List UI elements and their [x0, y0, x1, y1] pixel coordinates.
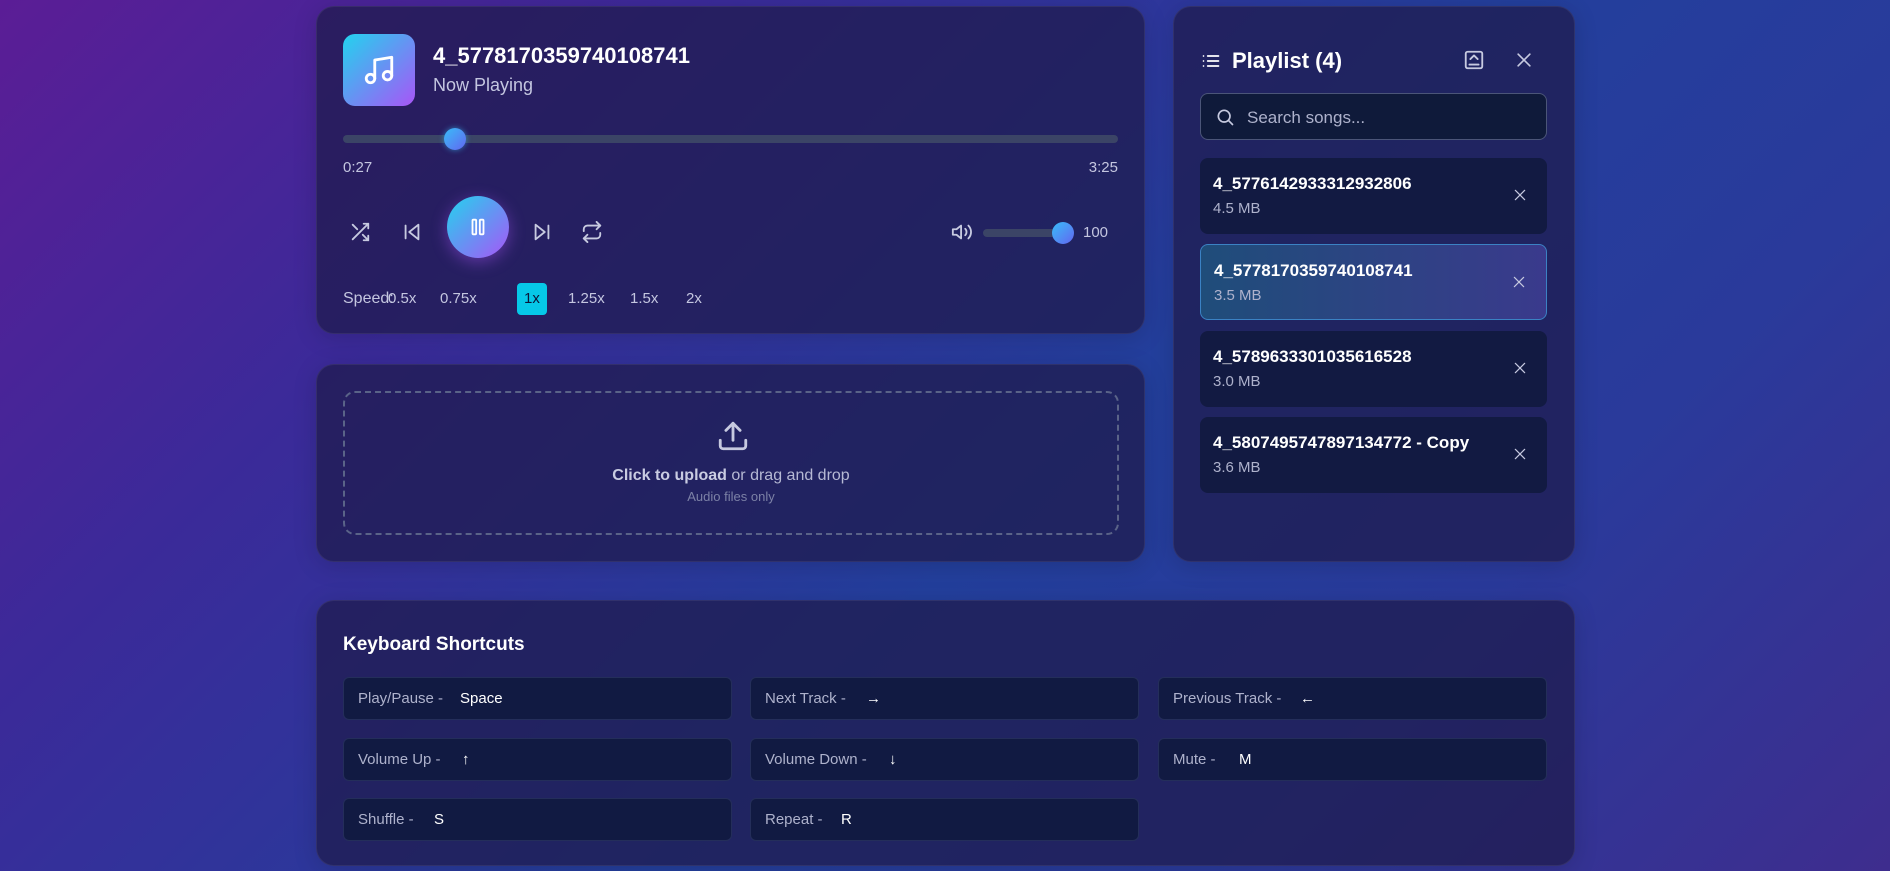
upload-icon	[718, 421, 748, 451]
playlist-title: Playlist (4)	[1232, 48, 1343, 73]
shortcut-key: →	[866, 690, 881, 707]
playlist-item[interactable]: 4_5789633301035616528 3.0 MB	[1200, 331, 1547, 407]
speed-option-active[interactable]: 1x	[517, 283, 547, 315]
song-name: 4_5789633301035616528	[1213, 347, 1412, 366]
previous-icon	[404, 223, 420, 241]
repeat-button[interactable]	[579, 219, 605, 245]
remove-song-button[interactable]	[1511, 186, 1529, 204]
shuffle-icon	[351, 222, 370, 242]
shortcut-key: S	[434, 811, 445, 828]
volume-value: 100	[1083, 224, 1109, 241]
next-button[interactable]	[529, 219, 555, 245]
speed-option[interactable]: 0.5x	[381, 283, 423, 315]
song-size: 3.6 MB	[1213, 459, 1261, 476]
shortcut-item: Previous Track - ←	[1158, 677, 1547, 720]
close-icon	[1514, 362, 1526, 374]
volume-thumb[interactable]	[1052, 222, 1074, 244]
list-icon	[1202, 55, 1220, 67]
search-icon	[1217, 109, 1234, 126]
current-time: 0:27	[343, 159, 373, 176]
track-title: 4_5778170359740108741	[433, 43, 690, 68]
speed-option[interactable]: 1.25x	[561, 283, 612, 315]
shortcut-key: R	[841, 811, 852, 828]
minimize-icon	[1464, 50, 1484, 70]
shortcut-label: Volume Up -	[358, 751, 441, 768]
remove-song-button[interactable]	[1511, 445, 1529, 463]
song-name: 4_5778170359740108741	[1214, 261, 1413, 280]
pause-icon	[471, 218, 485, 236]
upload-hint: Audio files only	[687, 489, 775, 504]
volume-icon	[951, 224, 972, 240]
speed-option[interactable]: 1.5x	[623, 283, 665, 315]
shortcut-key: ↑	[462, 751, 470, 768]
mute-button[interactable]	[950, 220, 974, 244]
shortcut-key: ←	[1300, 690, 1315, 707]
playlist-item[interactable]: 4_5807495747897134772 - Copy 3.6 MB	[1200, 417, 1547, 493]
shortcut-item: Next Track - →	[750, 677, 1139, 720]
remove-song-button[interactable]	[1510, 273, 1528, 291]
close-icon	[1513, 276, 1525, 288]
playlist-item[interactable]: 4_5776142933312932806 4.5 MB	[1200, 158, 1547, 234]
upload-rest: or drag and drop	[726, 467, 850, 484]
shortcut-label: Repeat -	[765, 811, 823, 828]
duration: 3:25	[1088, 159, 1118, 176]
close-playlist-button[interactable]	[1511, 47, 1537, 73]
close-icon	[1514, 189, 1526, 201]
remove-song-button[interactable]	[1511, 359, 1529, 377]
shortcut-label: Play/Pause -	[358, 690, 444, 707]
song-size: 4.5 MB	[1213, 200, 1261, 217]
search-field[interactable]	[1200, 93, 1547, 141]
playlist-item-active[interactable]: 4_5778170359740108741 3.5 MB	[1200, 244, 1547, 320]
previous-button[interactable]	[399, 219, 425, 245]
album-art	[343, 34, 415, 106]
song-name: 4_5776142933312932806	[1213, 174, 1412, 193]
song-size: 3.5 MB	[1214, 287, 1262, 304]
close-icon	[1517, 53, 1531, 67]
shortcut-item: Shuffle - S	[343, 798, 732, 841]
music-note-icon	[364, 55, 394, 85]
shuffle-button[interactable]	[347, 219, 373, 245]
shortcuts-title: Keyboard Shortcuts	[343, 634, 525, 655]
shortcut-item: Play/Pause - Space	[343, 677, 732, 720]
repeat-icon	[582, 221, 602, 243]
song-size: 3.0 MB	[1213, 373, 1261, 390]
song-name: 4_5807495747897134772 - Copy	[1213, 433, 1470, 452]
shortcut-label: Shuffle -	[358, 811, 414, 828]
volume-slider[interactable]	[983, 222, 1074, 244]
upload-card: Click to upload or drag and drop Audio f…	[316, 364, 1145, 562]
search-input[interactable]	[1245, 94, 1539, 141]
shortcuts-card: Keyboard Shortcuts Play/Pause - Space Ne…	[316, 600, 1575, 866]
player-card: 4_5778170359740108741 Now Playing 0:27 3…	[316, 6, 1145, 334]
shortcut-label: Mute -	[1173, 751, 1216, 768]
upload-instructions: Click to upload or drag and drop	[345, 467, 1117, 485]
shortcut-item: Volume Up - ↑	[343, 738, 732, 781]
play-pause-button[interactable]	[447, 196, 509, 258]
upload-link[interactable]: Click to upload	[612, 467, 727, 484]
shortcut-item: Mute - M	[1158, 738, 1547, 781]
shortcut-item: Repeat - R	[750, 798, 1139, 841]
progress-thumb[interactable]	[443, 128, 466, 150]
shortcut-label: Volume Down -	[765, 751, 867, 768]
now-playing-label: Now Playing	[433, 75, 534, 95]
speed-option[interactable]: 2x	[679, 283, 709, 315]
shortcut-key: ↓	[889, 751, 897, 768]
progress-bar[interactable]	[343, 128, 1118, 150]
shortcut-key: M	[1239, 751, 1252, 768]
speed-option[interactable]: 0.75x	[433, 283, 484, 315]
playlist-panel: Playlist (4) 4_5776142933312932806 4.5 M…	[1173, 6, 1575, 562]
close-icon	[1514, 448, 1526, 460]
minimize-playlist-button[interactable]	[1461, 47, 1487, 73]
next-icon	[534, 223, 550, 241]
upload-dropzone[interactable]: Click to upload or drag and drop Audio f…	[343, 391, 1119, 535]
shortcut-key: Space	[460, 690, 503, 707]
shortcut-item: Volume Down - ↓	[750, 738, 1139, 781]
shortcut-label: Previous Track -	[1173, 690, 1282, 707]
shortcut-label: Next Track -	[765, 690, 846, 707]
